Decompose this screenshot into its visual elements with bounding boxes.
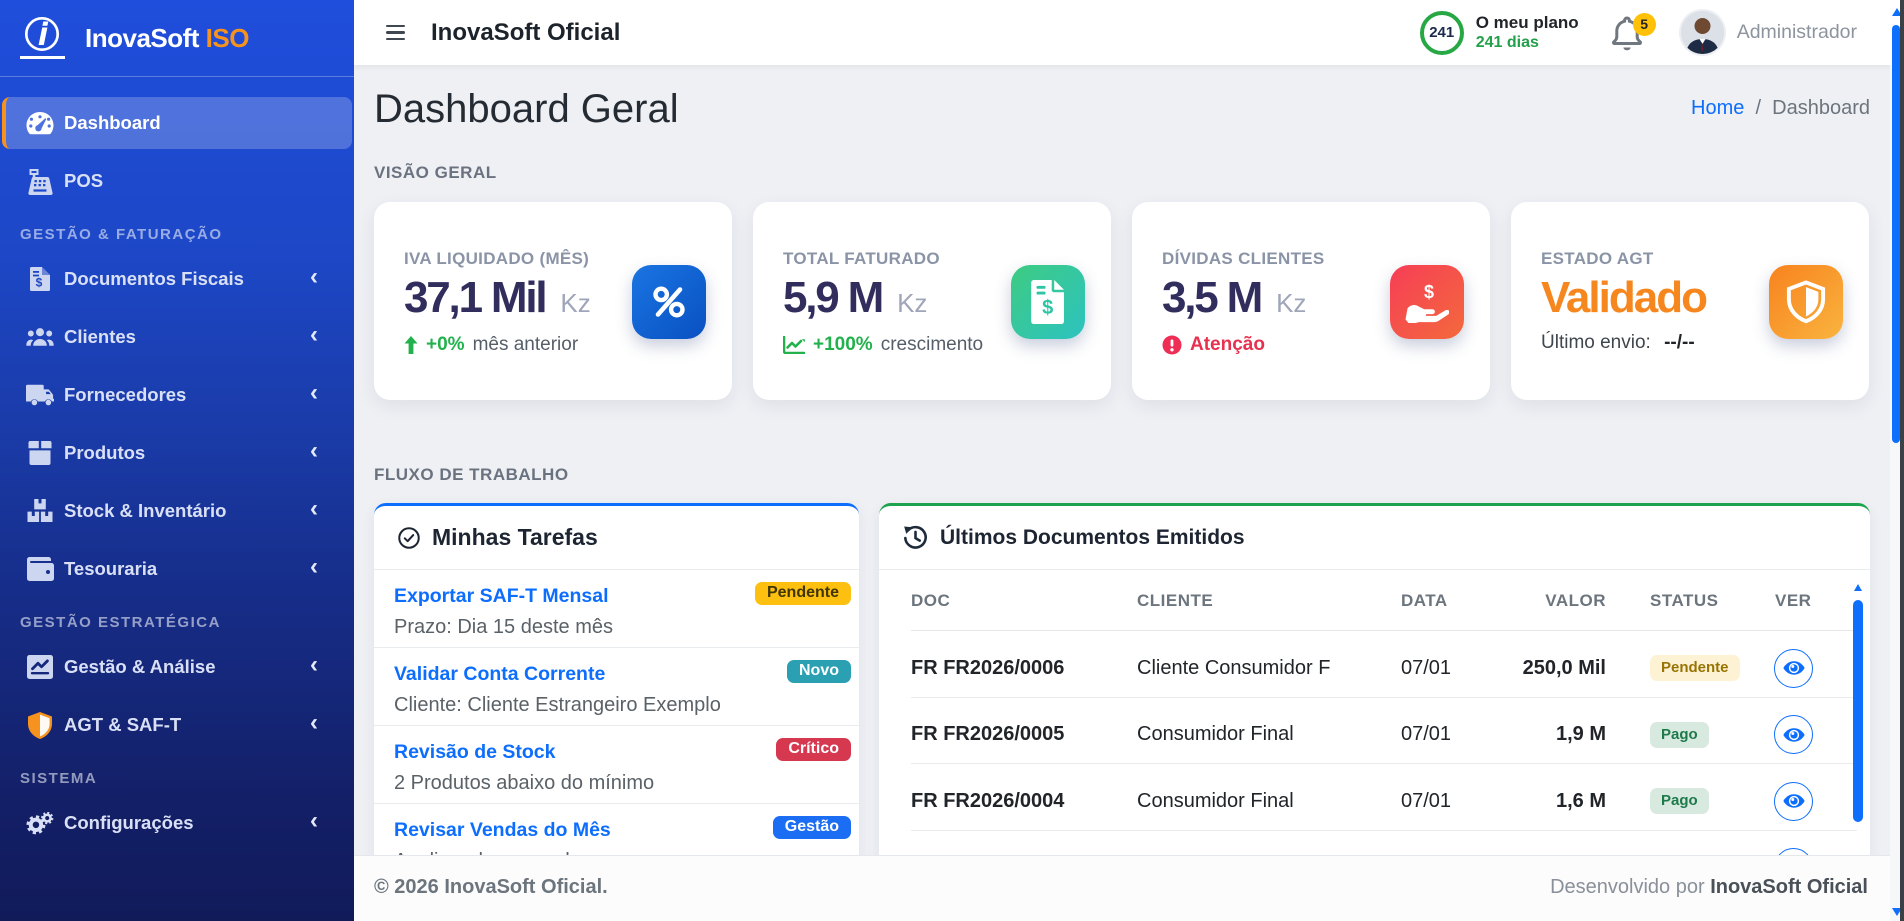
svg-text:$: $	[1424, 282, 1434, 302]
svg-text:$: $	[36, 276, 43, 290]
svg-text:$: $	[1042, 297, 1053, 319]
